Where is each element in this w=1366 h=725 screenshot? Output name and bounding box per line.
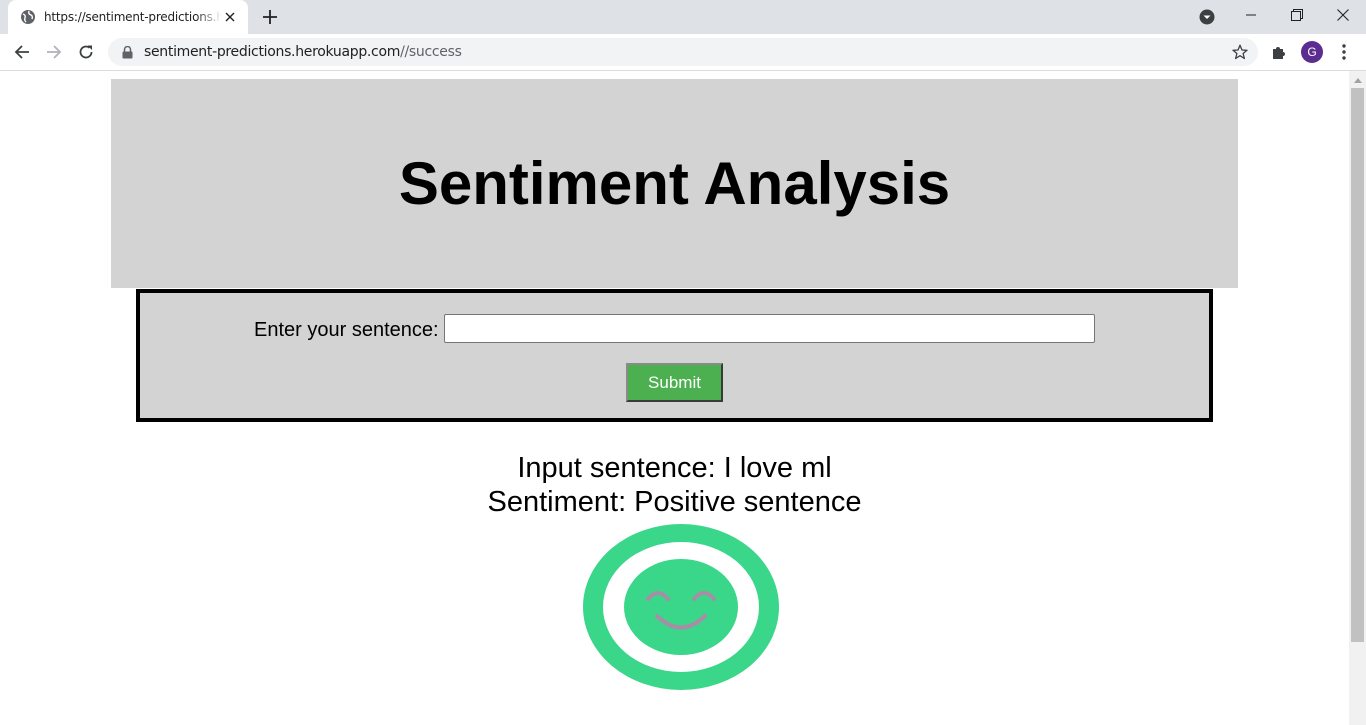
tab-search-icon[interactable] bbox=[1196, 6, 1218, 28]
page-viewport: Sentiment Analysis Enter your sentence: … bbox=[0, 71, 1349, 725]
minimize-icon[interactable] bbox=[1228, 0, 1274, 30]
sentence-form: Enter your sentence: Submit bbox=[136, 289, 1213, 422]
input-sentence-text: Input sentence: I love ml bbox=[517, 452, 832, 484]
scroll-up-arrow-icon[interactable] bbox=[1349, 71, 1366, 88]
tab-strip: https://sentiment-predictions.herokuapp.… bbox=[0, 0, 1366, 34]
page-header: Sentiment Analysis bbox=[111, 79, 1238, 288]
vertical-scrollbar[interactable] bbox=[1349, 71, 1366, 725]
restore-icon[interactable] bbox=[1274, 0, 1320, 30]
result-block: Input sentence: I love ml Sentiment: Pos… bbox=[0, 451, 1349, 519]
address-bar[interactable]: sentiment-predictions.herokuapp.com//suc… bbox=[108, 38, 1258, 66]
bookmark-star-icon[interactable] bbox=[1230, 42, 1250, 62]
sentence-input[interactable] bbox=[444, 314, 1095, 343]
kebab-menu-icon[interactable] bbox=[1334, 41, 1354, 63]
window-close-icon[interactable] bbox=[1320, 0, 1366, 30]
new-tab-icon[interactable] bbox=[258, 5, 282, 29]
extensions-puzzle-icon[interactable] bbox=[1268, 41, 1290, 63]
tab-close-icon[interactable] bbox=[222, 9, 238, 25]
browser-tab[interactable]: https://sentiment-predictions.herokuapp.… bbox=[8, 0, 248, 34]
profile-avatar[interactable]: G bbox=[1301, 41, 1323, 63]
submit-button[interactable]: Submit bbox=[626, 363, 723, 402]
page-title: Sentiment Analysis bbox=[398, 150, 951, 217]
tab-title: https://sentiment-predictions.herokuapp.… bbox=[44, 10, 222, 24]
forward-arrow-icon[interactable] bbox=[40, 38, 68, 66]
url-host: sentiment-predictions.herokuapp.com bbox=[144, 44, 401, 60]
browser-toolbar: sentiment-predictions.herokuapp.com//suc… bbox=[0, 34, 1366, 71]
reload-icon[interactable] bbox=[72, 38, 100, 66]
url-path: //success bbox=[400, 44, 462, 60]
url-text: sentiment-predictions.herokuapp.com//suc… bbox=[144, 44, 462, 60]
lock-icon[interactable] bbox=[120, 45, 134, 59]
sentence-label: Enter your sentence: bbox=[254, 319, 439, 341]
globe-icon bbox=[20, 9, 36, 25]
smiley-face-icon bbox=[583, 524, 779, 690]
sentiment-text: Sentiment: Positive sentence bbox=[487, 486, 862, 518]
scrollbar-thumb[interactable] bbox=[1351, 88, 1364, 642]
back-arrow-icon[interactable] bbox=[8, 38, 36, 66]
